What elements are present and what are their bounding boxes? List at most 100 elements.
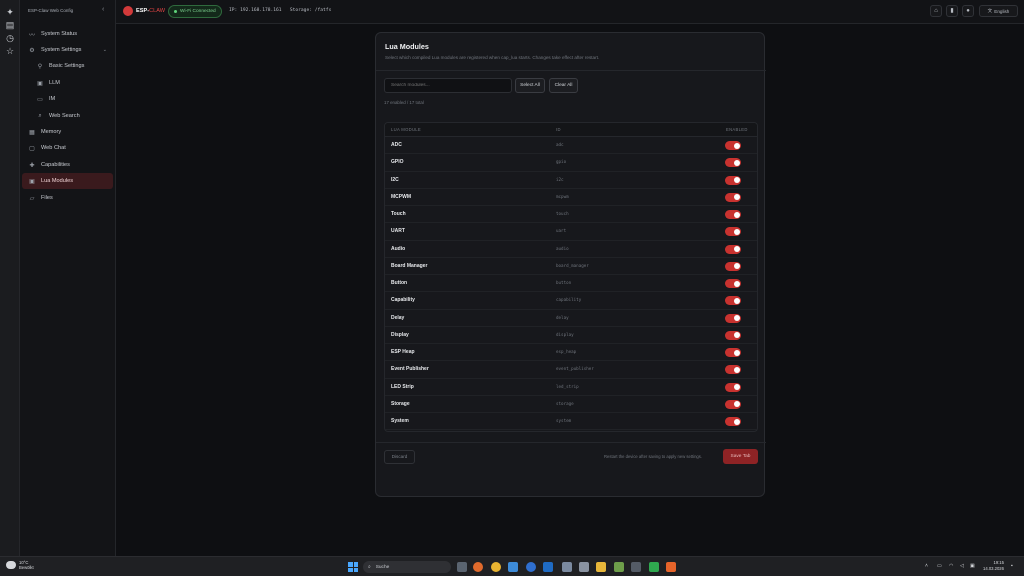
sliders-icon: ⚲ [37,63,43,70]
enabled-toggle[interactable] [725,279,741,288]
enabled-toggle[interactable] [725,348,741,357]
module-id: i2c [556,176,564,182]
toggle-knob [733,228,740,235]
edge-icon[interactable] [526,562,536,572]
module-id: led_strip [556,383,579,389]
sidebar-item-system-status[interactable]: 〰 System Status [22,26,113,42]
module-id: audio [556,245,569,251]
store-icon[interactable] [562,562,572,572]
sidebar-title: ESP-Claw Web Config [28,8,74,13]
search-input[interactable] [384,78,512,93]
toggle-knob [733,401,740,408]
enabled-count: 17 enabled / 17 total [384,100,424,105]
brand-logo: ESP- CLAW [123,6,165,16]
modules-table: LUA MODULE ID ENABLED ADC adc GPIO gpio I2C i… [384,122,758,432]
app-icon[interactable] [649,562,659,572]
sidebar-item-label: Memory [41,129,62,135]
toggle-knob [733,177,740,183]
app-icon[interactable] [508,562,518,572]
sidebar-item-llm[interactable]: ▣ LLM [22,75,113,91]
module-name: Board Manager [391,262,428,269]
enabled-toggle[interactable] [725,382,741,392]
discard-button[interactable]: Discard [384,450,415,464]
docs-button[interactable]: ▮ [946,5,958,17]
terminal-icon[interactable] [631,562,641,572]
sidebar-item-system-settings[interactable]: ⚙ System Settings ⌄ [22,42,113,58]
enabled-toggle[interactable] [725,210,741,219]
taskbar-search[interactable]: ⌕ Suche [363,561,451,573]
chrome-icon[interactable] [491,562,501,572]
enabled-toggle[interactable] [725,141,741,150]
module-icon: ▣ [29,178,35,185]
sparkle-icon[interactable]: ✦ [4,6,16,18]
sidebar-item-capabilities[interactable]: ✚ Capabilities [22,157,113,173]
sidebar-item-web-chat[interactable]: ▢ Web Chat [22,140,113,156]
enabled-toggle[interactable] [725,365,741,375]
sidebar-item-basic-settings[interactable]: ⚲ Basic Settings [22,58,113,74]
toggle-knob [733,315,740,321]
folder-icon: ▱ [29,195,35,202]
sidebar-item-memory[interactable]: ▦ Memory [22,124,113,140]
app-rail: ✦ ▤ ◷ ☆ [0,0,20,556]
select-all-button[interactable]: Select All [515,78,545,93]
save-tab-button[interactable]: Save Tab [723,449,758,464]
module-id: adc [556,142,564,147]
enabled-toggle[interactable] [725,244,741,254]
sidebar-item-web-search[interactable]: ⌕ Web Search [22,108,113,124]
notepad-icon[interactable] [614,562,624,572]
tray-app-icon[interactable]: ▣ [970,563,975,569]
chevron-up-icon[interactable]: ˄ [925,563,928,569]
github-button[interactable]: ● [962,5,974,17]
enabled-toggle[interactable] [725,261,741,271]
enabled-toggle[interactable] [725,192,741,202]
search-icon: ⌕ [368,565,371,570]
enabled-toggle[interactable] [725,399,741,409]
app-icon[interactable] [579,562,589,572]
weather-widget[interactable]: 10°C Bewölkt [6,560,34,570]
enabled-toggle[interactable] [725,313,741,323]
table-row: GPIO gpio [385,154,757,172]
toggle-knob [733,349,740,356]
clear-all-button[interactable]: Clear All [549,78,578,93]
system-clock[interactable]: 19:15 14.03.2026 [983,560,1004,572]
toggle-knob [733,384,740,390]
module-id: button [556,280,572,285]
table-row: System system [385,413,757,431]
cloud-icon [6,561,16,569]
module-id: uart [556,228,567,234]
module-id: gpio [556,159,567,165]
battery-icon[interactable]: ▭ [937,563,942,569]
language-select[interactable]: 文 English [979,5,1018,17]
table-row: ESP Heap esp_heap [385,344,757,362]
explorer-icon[interactable] [596,562,606,572]
task-view-icon[interactable] [457,562,467,572]
module-id: mcpwm [556,193,569,199]
sidebar-item-im[interactable]: ▭ IM [22,91,113,107]
files-icon[interactable]: ▤ [4,19,16,31]
collapse-sidebar-icon[interactable]: ‹ [102,6,110,14]
enabled-toggle[interactable] [725,296,741,306]
firefox-icon[interactable] [473,562,483,572]
enabled-toggle[interactable] [725,330,741,340]
outlook-icon[interactable] [543,562,553,572]
table-row: ADC adc [385,137,757,155]
github-icon: ● [966,8,970,14]
start-button[interactable] [348,562,358,572]
toggle-knob [733,142,740,149]
enabled-toggle[interactable] [725,158,741,168]
star-icon[interactable]: ☆ [4,45,16,57]
volume-icon[interactable]: ◁ [960,563,964,569]
home-button[interactable]: ⌂ [930,5,942,17]
table-row: Delay delay [385,310,757,327]
sidebar-item-files[interactable]: ▱ Files [22,190,113,206]
enabled-toggle[interactable] [725,175,741,185]
history-icon[interactable]: ◷ [4,32,16,44]
sidebar-item-label: Lua Modules [41,178,74,184]
wifi-icon[interactable]: ◠ [949,563,953,569]
table-header: LUA MODULE ID ENABLED [385,123,757,137]
enabled-toggle[interactable] [725,417,741,426]
sidebar-item-lua-modules[interactable]: ▣ Lua Modules [22,173,113,189]
app-icon[interactable] [666,562,676,572]
enabled-toggle[interactable] [725,227,741,237]
notification-icon[interactable]: ▪ [1011,563,1013,569]
